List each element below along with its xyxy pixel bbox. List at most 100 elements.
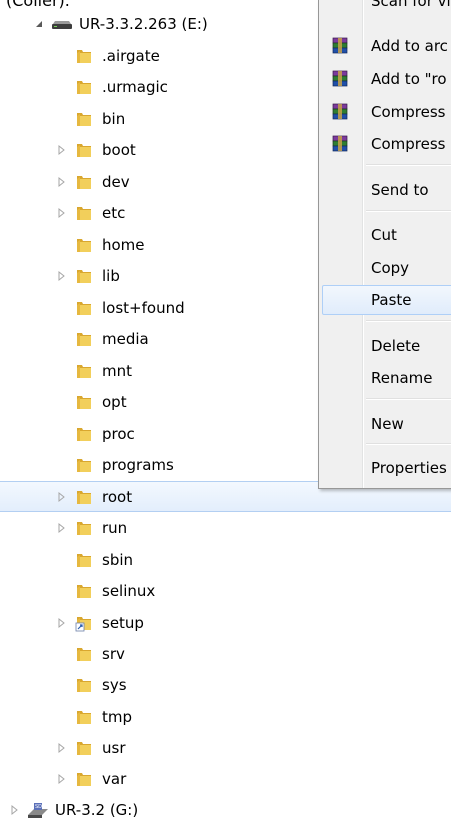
tree-item-label: lib	[102, 266, 120, 285]
context-menu: Scan for vi Add to arc Add to "ro Compress C…	[318, 0, 451, 489]
drive-icon	[50, 15, 74, 33]
folder-icon	[74, 110, 94, 128]
folder-icon	[74, 551, 94, 569]
tree-item-drive-g[interactable]: SD UR-3.2 (G:)	[0, 794, 451, 821]
menu-item-label: Send to	[371, 181, 429, 199]
menu-item-compress-2[interactable]: Compress	[322, 129, 451, 159]
folder-icon	[74, 141, 94, 159]
tree-item-folder[interactable]: tmp	[0, 701, 451, 732]
winrar-icon	[330, 134, 350, 154]
menu-separator	[366, 210, 451, 212]
menu-separator	[366, 320, 451, 322]
menu-item-paste[interactable]: Paste	[322, 285, 451, 315]
winrar-icon	[330, 69, 350, 89]
menu-item-delete[interactable]: Delete	[322, 331, 451, 361]
tree-item-label: UR-3.2 (G:)	[55, 800, 139, 819]
tree-item-label: lost+found	[102, 298, 185, 317]
tree-item-folder[interactable]: usr	[0, 732, 451, 763]
sd-card-drive-icon: SD	[26, 801, 50, 819]
menu-item-new[interactable]: New	[322, 409, 451, 439]
folder-icon	[74, 236, 94, 254]
tree-item-label: var	[102, 769, 127, 788]
winrar-icon	[330, 102, 350, 122]
menu-item-label: Delete	[371, 337, 421, 355]
tree-item-label: tmp	[102, 707, 133, 726]
folder-icon	[74, 739, 94, 757]
winrar-icon	[330, 36, 350, 56]
menu-item-copy[interactable]: Copy	[322, 253, 451, 283]
menu-item-label: Copy	[371, 259, 410, 277]
collapsed-arrow-icon[interactable]	[57, 617, 67, 629]
menu-item-label: Rename	[371, 369, 433, 387]
folder-icon	[74, 519, 94, 537]
tree-item-label: root	[102, 487, 133, 506]
menu-separator	[366, 164, 451, 166]
tree-item-label: srv	[102, 644, 125, 663]
menu-item-scan-for-vi[interactable]: Scan for vi	[322, 0, 451, 16]
collapsed-arrow-icon[interactable]	[57, 742, 67, 754]
folder-icon	[74, 330, 94, 348]
tree-item-label: .urmagic	[102, 77, 168, 96]
folder-icon	[74, 393, 94, 411]
menu-item-add-to-ro[interactable]: Add to "ro	[322, 64, 451, 94]
tree-item-label: usr	[102, 738, 126, 757]
folder-icon	[74, 362, 94, 380]
expanded-arrow-icon[interactable]	[34, 18, 44, 30]
tree-item-label: media	[102, 329, 149, 348]
menu-item-properties[interactable]: Properties	[322, 453, 451, 483]
folder-icon	[74, 78, 94, 96]
tree-item-label: opt	[102, 392, 127, 411]
tree-item-folder[interactable]: sbin	[0, 544, 451, 575]
folder-shortcut-icon	[74, 614, 94, 632]
folder-icon	[74, 47, 94, 65]
tree-item-label: run	[102, 518, 128, 537]
collapsed-arrow-icon[interactable]	[57, 773, 67, 785]
menu-item-label: Compress	[371, 135, 446, 153]
tree-item-label: home	[102, 235, 145, 254]
menu-separator	[366, 398, 451, 400]
menu-separator	[366, 443, 451, 445]
folder-icon	[74, 173, 94, 191]
menu-item-send-to[interactable]: Send to	[322, 175, 451, 205]
menu-item-label: Add to arc	[371, 37, 448, 55]
collapsed-arrow-icon[interactable]	[57, 176, 67, 188]
folder-icon	[74, 456, 94, 474]
folder-icon	[74, 708, 94, 726]
collapsed-arrow-icon[interactable]	[57, 144, 67, 156]
tree-item-label: mnt	[102, 361, 132, 380]
tree-item-label: .airgate	[102, 46, 160, 65]
collapsed-arrow-icon[interactable]	[57, 270, 67, 282]
menu-item-add-to-arc[interactable]: Add to arc	[322, 31, 451, 61]
tree-item-label: sbin	[102, 550, 134, 569]
tree-item-folder[interactable]: selinux	[0, 575, 451, 606]
tree-item-folder[interactable]: run	[0, 512, 451, 543]
tree-item-label: UR-3.3.2.263 (E:)	[79, 14, 208, 33]
menu-item-compress[interactable]: Compress	[322, 97, 451, 127]
collapsed-arrow-icon[interactable]	[57, 491, 67, 503]
tree-item-label: bin	[102, 109, 126, 128]
folder-icon	[74, 645, 94, 663]
tree-item-folder[interactable]: var	[0, 763, 451, 794]
tree-item-label: etc	[102, 203, 126, 222]
explorer-window: (Coller). UR-3.3.2.263 (E:) .airgate .urm…	[0, 0, 451, 821]
collapsed-arrow-icon[interactable]	[10, 804, 20, 816]
menu-item-label: New	[371, 415, 404, 433]
menu-item-label: Add to "ro	[371, 70, 447, 88]
menu-item-label: Paste	[371, 291, 412, 309]
folder-icon	[74, 425, 94, 443]
tree-item-label: setup	[102, 613, 144, 632]
folder-icon	[74, 770, 94, 788]
menu-item-rename[interactable]: Rename	[322, 363, 451, 393]
tree-item-folder[interactable]: setup	[0, 607, 451, 638]
menu-item-label: Cut	[371, 226, 397, 244]
tree-item-label: proc	[102, 424, 135, 443]
menu-item-label: Compress	[371, 103, 446, 121]
menu-item-cut[interactable]: Cut	[322, 220, 451, 250]
tree-item-folder[interactable]: sys	[0, 669, 451, 700]
collapsed-arrow-icon[interactable]	[57, 207, 67, 219]
folder-icon	[74, 204, 94, 222]
collapsed-arrow-icon[interactable]	[57, 522, 67, 534]
svg-text:SD: SD	[35, 804, 42, 810]
tree-item-folder[interactable]: srv	[0, 638, 451, 669]
menu-item-label: Scan for vi	[371, 0, 451, 10]
